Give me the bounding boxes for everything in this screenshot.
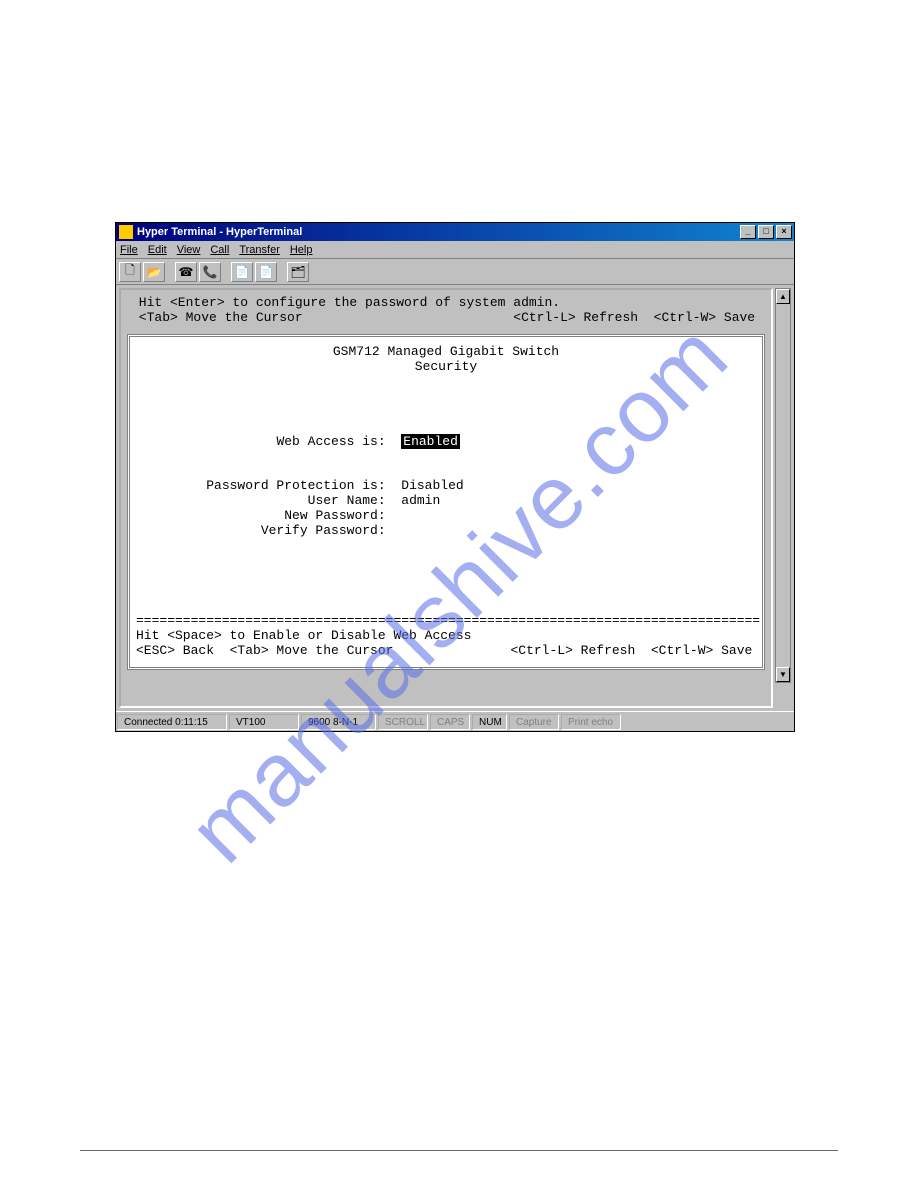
status-settings: 9600 8-N-1 (301, 714, 376, 730)
screen-title-1: GSM712 Managed Gigabit Switch (136, 345, 756, 360)
menu-edit[interactable]: Edit (148, 244, 167, 256)
menu-view[interactable]: View (177, 244, 201, 256)
scroll-down-icon[interactable]: ▼ (776, 667, 790, 682)
statusbar: Connected 0:11:15 VT100 9600 8-N-1 SCROL… (116, 711, 794, 731)
status-print-echo: Print echo (561, 714, 621, 730)
close-button[interactable]: × (776, 225, 792, 239)
verify-password-row: Verify Password: (136, 524, 756, 539)
status-caps: CAPS (430, 714, 470, 730)
menu-help[interactable]: Help (290, 244, 313, 256)
menu-transfer[interactable]: Transfer (239, 244, 280, 256)
toolbar: 🗋 📂 ☎ 📞 📄 📄 🗂 (116, 259, 794, 285)
screen-title-2: Security (136, 360, 756, 375)
toolbar-receive-icon[interactable]: 📄 (255, 262, 277, 282)
verify-password-label: Verify Password: (261, 523, 386, 538)
status-emulation: VT100 (229, 714, 299, 730)
toolbar-send-icon[interactable]: 📄 (231, 262, 253, 282)
user-name-label: User Name: (308, 493, 386, 508)
window-title: Hyper Terminal - HyperTerminal (137, 226, 302, 238)
minimize-button[interactable]: _ (740, 225, 756, 239)
status-capture: Capture (509, 714, 559, 730)
new-password-label: New Password: (284, 508, 385, 523)
web-access-row: Web Access is: Enabled (136, 435, 756, 450)
window-controls: _ □ × (740, 225, 794, 239)
hint-line-1: Hit <Enter> to configure the password of… (131, 296, 761, 311)
user-name-row: User Name: admin (136, 494, 756, 509)
menu-file[interactable]: File (120, 244, 138, 256)
status-connected: Connected 0:11:15 (117, 714, 227, 730)
app-icon (119, 225, 133, 239)
maximize-button[interactable]: □ (758, 225, 774, 239)
scroll-up-icon[interactable]: ▲ (776, 289, 790, 304)
footer-hint-2: <ESC> Back <Tab> Move the Cursor <Ctrl-L… (136, 644, 756, 659)
terminal-screen[interactable]: Hit <Enter> to configure the password of… (119, 288, 773, 708)
toolbar-open-icon[interactable]: 📂 (143, 262, 165, 282)
toolbar-connect-icon[interactable]: ☎ (175, 262, 197, 282)
hint-line-2: <Tab> Move the Cursor <Ctrl-L> Refresh <… (131, 311, 761, 326)
footer-hint-1: Hit <Space> to Enable or Disable Web Acc… (136, 629, 756, 644)
status-num: NUM (472, 714, 507, 730)
menubar: File Edit View Call Transfer Help (116, 241, 794, 259)
hyperterminal-window: Hyper Terminal - HyperTerminal _ □ × Fil… (115, 222, 795, 732)
menu-call[interactable]: Call (210, 244, 229, 256)
terminal-area: ▲ ▼ Hit <Enter> to configure the passwor… (116, 285, 794, 711)
toolbar-disconnect-icon[interactable]: 📞 (199, 262, 221, 282)
titlebar[interactable]: Hyper Terminal - HyperTerminal _ □ × (116, 223, 794, 241)
password-protection-label: Password Protection is: (206, 478, 385, 493)
toolbar-new-icon[interactable]: 🗋 (119, 262, 141, 282)
page-footer-rule (80, 1150, 838, 1151)
web-access-label: Web Access is: (276, 434, 385, 449)
password-protection-value[interactable]: Disabled (401, 478, 463, 493)
divider-line: ========================================… (136, 614, 756, 629)
user-name-value[interactable]: admin (401, 493, 440, 508)
web-access-value[interactable]: Enabled (401, 434, 460, 449)
password-protection-row: Password Protection is: Disabled (136, 479, 756, 494)
status-scroll: SCROLL (378, 714, 428, 730)
terminal-content-box: GSM712 Managed Gigabit Switch Security W… (127, 334, 765, 670)
new-password-row: New Password: (136, 509, 756, 524)
toolbar-properties-icon[interactable]: 🗂 (287, 262, 309, 282)
scrollbar[interactable]: ▲ ▼ (775, 288, 791, 683)
